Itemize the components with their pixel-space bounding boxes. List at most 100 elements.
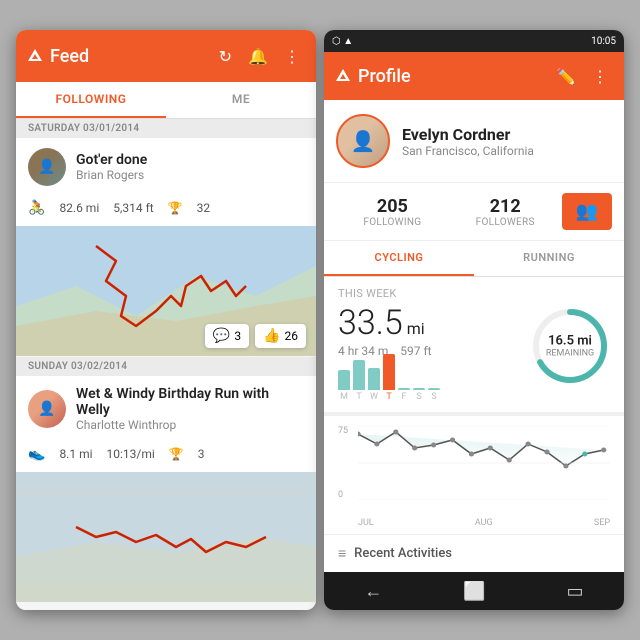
following-count: 205 [336, 196, 449, 217]
notifications-button[interactable]: 🔔 [244, 43, 272, 70]
followers-label: FOLLOWERS [449, 217, 562, 228]
activity-text-brian: Got'er done Brian Rogers [76, 152, 147, 182]
recent-activities-label: Recent Activities [354, 546, 452, 561]
profile-user-info: Evelyn Cordner San Francisco, California [402, 125, 534, 158]
circle-progress: 16.5 mi REMAINING [530, 306, 610, 386]
bar-day-label: S [431, 392, 436, 402]
bar-W [368, 368, 380, 390]
bar-day-label: T [386, 392, 391, 402]
bar-wrap-S: S [413, 388, 425, 402]
activity-stats-charlotte: 👟 8.1 mi 10:13/mi 🏆 3 [16, 442, 316, 472]
status-bar: ⬡ ▲ 10:05 [324, 30, 624, 52]
stat-distance-brian: 82.6 mi [59, 201, 99, 215]
like-button-brian[interactable]: 👍 26 [255, 324, 306, 348]
bar-S [413, 388, 425, 390]
comment-count-brian: 3 [234, 329, 241, 343]
map-actions-brian: 💬 3 👍 26 [205, 324, 306, 348]
followers-stat: 212 FOLLOWERS [449, 196, 562, 228]
bar-wrap-T: T [383, 354, 395, 402]
stat-pace-charlotte: 10:13/mi [107, 447, 155, 461]
stat-distance-charlotte: 8.1 mi [59, 447, 92, 461]
avatar-charlotte: 👤 [28, 390, 66, 428]
tab-following[interactable]: FOLLOWING [16, 82, 166, 118]
bar-wrap-W: W [368, 368, 380, 402]
home-button[interactable]: ⬜ [463, 581, 485, 602]
activity-info-charlotte: 👤 Wet & Windy Birthday Run with Welly Ch… [16, 376, 316, 442]
circle-remaining-num: 16.5 mi [546, 334, 594, 349]
chart-x-sep: SEP [594, 518, 610, 528]
status-icons-left: ⬡ ▲ [332, 36, 353, 47]
week-distance-unit: mi [407, 319, 425, 338]
activity-name-brian: Got'er done [76, 152, 147, 168]
comment-icon: 💬 [213, 328, 230, 344]
profile-user-location: San Francisco, California [402, 144, 534, 158]
stat-elevation-brian: 5,314 ft [113, 201, 153, 215]
week-distance-info: 33.5 mi 4 hr 34 m 597 ft MTWTFSS [338, 306, 520, 402]
back-button[interactable]: ← [364, 581, 382, 602]
week-distance-num: 33.5 [338, 303, 403, 343]
recent-activities-row[interactable]: ≡ Recent Activities [324, 534, 624, 572]
activity-name-charlotte: Wet & Windy Birthday Run with Welly [76, 386, 304, 418]
status-time: 10:05 [591, 36, 616, 47]
follow-button[interactable]: 👥 [562, 193, 612, 230]
week-label: THIS WEEK [338, 287, 610, 300]
week-bars: MTWTFSS [338, 366, 520, 402]
tab-cycling[interactable]: CYCLING [324, 241, 474, 276]
tab-running[interactable]: RUNNING [474, 241, 624, 276]
bar-day-label: M [340, 392, 348, 402]
profile-avatar: 👤 [336, 114, 390, 168]
edit-button[interactable]: ✏️ [552, 63, 580, 90]
date-header-saturday: SATURDAY 03/01/2014 [16, 119, 316, 138]
recents-button[interactable]: ▭ [567, 581, 584, 602]
bar-T [383, 354, 395, 390]
bar-F [398, 388, 410, 390]
bar-wrap-M: M [338, 370, 350, 402]
bar-wrap-F: F [398, 388, 410, 402]
avatar-brian: 👤 [28, 148, 66, 186]
chart-yaxis: 75 0 [338, 426, 356, 500]
profile-phone: ⬡ ▲ 10:05 Profile ✏️ ⋮ 👤 Evelyn Cordner … [324, 30, 624, 610]
bar-day-label: T [356, 392, 361, 402]
bluetooth-icon: ⬡ [332, 36, 341, 47]
following-stat: 205 FOLLOWING [336, 196, 449, 228]
like-icon: 👍 [263, 328, 280, 344]
following-label: FOLLOWING [336, 217, 449, 228]
list-icon: ≡ [338, 545, 346, 562]
like-count-brian: 26 [285, 329, 299, 343]
week-section: THIS WEEK 33.5 mi 4 hr 34 m 597 ft MTWTF… [324, 277, 624, 416]
map-brian: 💬 3 👍 26 [16, 226, 316, 356]
bar-day-label: S [416, 392, 421, 402]
followers-count: 212 [449, 196, 562, 217]
chart-xaxis: JUL AUG SEP [358, 518, 610, 528]
stat-kudos-brian: 32 [197, 201, 211, 215]
chart-y-max: 75 [338, 426, 356, 436]
tab-me[interactable]: ME [166, 82, 316, 118]
profile-user-section: 👤 Evelyn Cordner San Francisco, Californ… [324, 100, 624, 182]
feed-content: SATURDAY 03/01/2014 👤 Got'er done Brian … [16, 119, 316, 610]
feed-title: Feed [50, 46, 207, 67]
feed-header: Feed ↻ 🔔 ⋮ [16, 30, 316, 82]
refresh-button[interactable]: ↻ [215, 43, 236, 70]
feed-phone: Feed ↻ 🔔 ⋮ FOLLOWING ME SATURDAY 03/01/2… [16, 30, 316, 610]
chart-inner [358, 426, 610, 516]
app-logo-icon [28, 49, 42, 61]
nav-bar: ← ⬜ ▭ [324, 572, 624, 610]
bike-icon: 🚴 [28, 200, 45, 216]
activity-card-brian: 👤 Got'er done Brian Rogers 🚴 82.6 mi 5,3… [16, 138, 316, 356]
bar-wrap-T: T [353, 360, 365, 402]
date-header-sunday: SUNDAY 03/02/2014 [16, 357, 316, 376]
profile-title: Profile [358, 66, 544, 87]
activity-info-brian: 👤 Got'er done Brian Rogers [16, 138, 316, 196]
circle-remaining-label: REMAINING [546, 349, 594, 359]
activity-text-charlotte: Wet & Windy Birthday Run with Welly Char… [76, 386, 304, 432]
comment-button-brian[interactable]: 💬 3 [205, 324, 249, 348]
week-detail-time: 4 hr 34 m 597 ft [338, 344, 520, 358]
feed-tabs: FOLLOWING ME [16, 82, 316, 119]
bar-wrap-S: S [428, 388, 440, 402]
week-main: 33.5 mi 4 hr 34 m 597 ft MTWTFSS [338, 306, 610, 402]
trophy-icon-charlotte: 🏆 [169, 447, 184, 461]
more-button[interactable]: ⋮ [280, 43, 304, 70]
more-button-profile[interactable]: ⋮ [588, 63, 612, 90]
bar-day-label: W [370, 392, 378, 402]
user-name-charlotte: Charlotte Winthrop [76, 418, 304, 432]
